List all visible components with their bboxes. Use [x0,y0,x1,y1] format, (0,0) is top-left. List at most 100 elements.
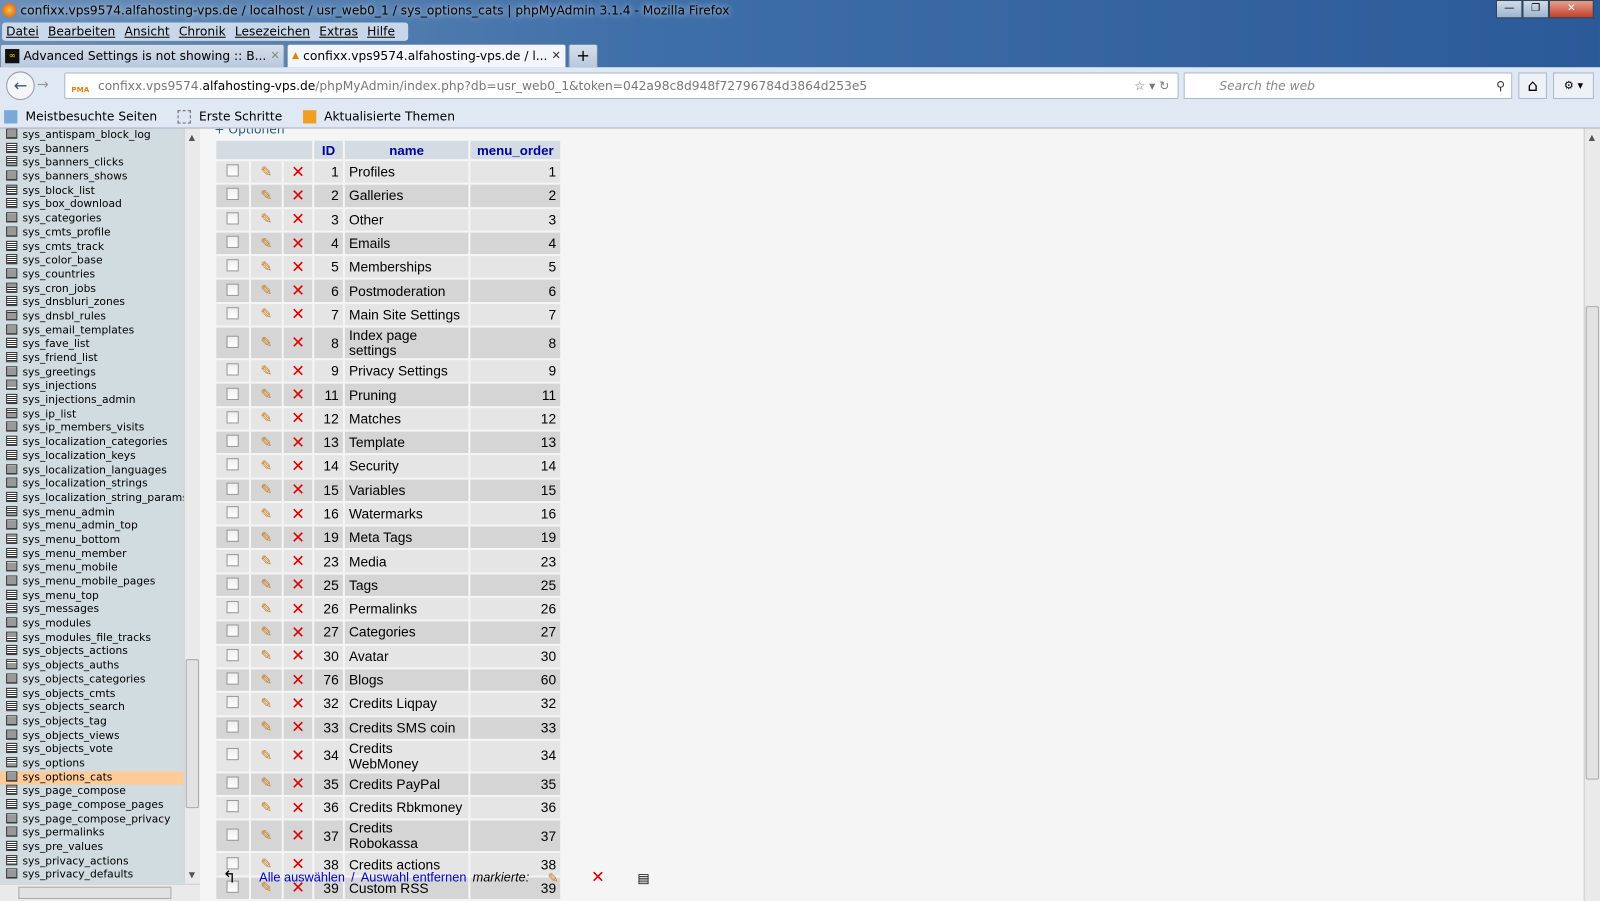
delete-icon[interactable]: ✕ [283,716,313,739]
search-icon[interactable]: ⚲ [1496,73,1505,97]
sidebar-table-item[interactable]: sys_menu_bottom [0,534,184,548]
row-checkbox[interactable] [216,184,249,207]
sidebar-table-item[interactable]: sys_localization_strings [0,478,184,492]
edit-icon[interactable]: ✎ [251,645,282,668]
row-checkbox[interactable] [216,431,249,454]
sidebar-table-item[interactable]: sys_privacy_defaults [0,869,184,883]
delete-icon[interactable]: ✕ [283,431,313,454]
sidebar-table-item[interactable]: sys_cron_jobs [0,282,184,296]
sidebar-table-item[interactable]: sys_page_compose [0,785,184,799]
sidebar-table-item[interactable]: sys_objects_cmts [0,687,184,701]
edit-icon[interactable]: ✎ [251,327,282,359]
delete-icon[interactable]: ✕ [283,526,313,549]
sidebar-table-item[interactable]: sys_page_compose_privacy [0,813,184,827]
row-checkbox[interactable] [216,208,249,231]
sidebar-table-item[interactable]: sys_cmts_profile [0,226,184,240]
delete-icon[interactable]: ✕ [283,598,313,620]
row-checkbox[interactable] [216,526,249,549]
sidebar-table-item[interactable]: sys_dnsbl_rules [0,310,184,324]
main-scroll-thumb[interactable] [1585,306,1599,780]
maximize-button[interactable]: ❐ [1522,0,1549,19]
row-checkbox[interactable] [216,303,249,326]
edit-icon[interactable]: ✎ [251,455,282,478]
delete-icon[interactable]: ✕ [283,669,313,692]
edit-icon[interactable]: ✎ [251,598,282,620]
bookmark-most-visited[interactable]: Meistbesuchte Seiten [4,109,165,123]
sidebar-table-item[interactable]: sys_fave_list [0,338,184,352]
bookmark-latest-headlines[interactable]: Aktualisierte Themen [302,109,464,123]
row-checkbox[interactable] [216,550,249,573]
sidebar-table-item[interactable]: sys_banners [0,143,184,157]
row-checkbox[interactable] [216,598,249,620]
new-tab-button[interactable]: + [568,43,599,68]
deselect-all-link[interactable]: Auswahl entfernen [361,870,467,884]
edit-icon[interactable]: ✎ [251,208,282,231]
edit-selected-icon[interactable]: ✎ [548,870,559,885]
sidebar-table-item[interactable]: sys_box_download [0,198,184,212]
delete-icon[interactable]: ✕ [283,327,313,359]
forward-button[interactable]: → [37,77,49,93]
sidebar-table-item[interactable]: sys_objects_vote [0,743,184,757]
sidebar-hscrollbar[interactable] [0,883,200,901]
delete-icon[interactable]: ✕ [283,797,313,819]
row-checkbox[interactable] [216,479,249,501]
sidebar-table-item[interactable]: sys_categories [0,212,184,226]
delete-icon[interactable]: ✕ [283,455,313,478]
sidebar-table-item[interactable]: sys_menu_top [0,589,184,603]
sidebar-table-item[interactable]: sys_pre_values [0,841,184,855]
delete-icon[interactable]: ✕ [283,773,313,796]
sidebar-table-item[interactable]: sys_objects_tag [0,715,184,729]
delete-icon[interactable]: ✕ [283,479,313,501]
row-checkbox[interactable] [216,621,249,644]
sidebar-table-item[interactable]: sys_localization_languages [0,464,184,478]
edit-icon[interactable]: ✎ [251,384,282,406]
bookmark-star-icon[interactable]: ☆ ▾ ↻ [1134,73,1169,97]
sidebar-table-item[interactable]: sys_objects_auths [0,659,184,673]
sidebar-table-item[interactable]: sys_modules_file_tracks [0,631,184,645]
sidebar-table-item[interactable]: sys_messages [0,603,184,617]
home-button[interactable]: ⌂ [1518,72,1547,99]
row-checkbox[interactable] [216,574,249,596]
select-all-link[interactable]: Alle auswählen [259,870,345,884]
sidebar-scroll-thumb[interactable] [185,659,199,809]
delete-icon[interactable]: ✕ [283,740,313,772]
delete-icon[interactable]: ✕ [283,303,313,326]
sidebar-table-item[interactable]: sys_modules [0,617,184,631]
column-header-name[interactable]: name [344,140,469,160]
sidebar-table-item[interactable]: sys_color_base [0,254,184,268]
menu-chronik[interactable]: Chronik [179,22,226,40]
edit-icon[interactable]: ✎ [251,526,282,549]
sidebar-table-item[interactable]: sys_objects_categories [0,673,184,687]
sidebar-table-item[interactable]: sys_friend_list [0,352,184,366]
sidebar-table-item[interactable]: sys_ip_members_visits [0,422,184,436]
row-checkbox[interactable] [216,716,249,739]
sidebar-table-item[interactable]: sys_menu_mobile [0,562,184,576]
row-checkbox[interactable] [216,407,249,430]
search-input[interactable]: Search the web ⚲ [1183,72,1513,99]
sidebar-table-item[interactable]: sys_injections [0,380,184,394]
row-checkbox[interactable] [216,502,249,525]
sidebar-table-item[interactable]: sys_banners_clicks [0,157,184,171]
delete-icon[interactable]: ✕ [283,161,313,183]
sidebar-table-item[interactable]: sys_dnsbluri_zones [0,296,184,310]
edit-icon[interactable]: ✎ [251,502,282,525]
edit-icon[interactable]: ✎ [251,161,282,183]
row-checkbox[interactable] [216,327,249,359]
sidebar-table-item[interactable]: sys_ip_list [0,408,184,422]
delete-icon[interactable]: ✕ [283,820,313,852]
row-checkbox[interactable] [216,161,249,183]
sidebar-table-item[interactable]: sys_privacy_actions [0,855,184,869]
menu-hilfe[interactable]: Hilfe [367,22,395,40]
edit-icon[interactable]: ✎ [251,184,282,207]
sidebar-table-item[interactable]: sys_injections_admin [0,394,184,408]
delete-icon[interactable]: ✕ [283,574,313,596]
sidebar-table-item[interactable]: sys_greetings [0,366,184,380]
delete-icon[interactable]: ✕ [283,384,313,406]
main-scrollbar[interactable]: ▲ [1583,128,1600,901]
delete-icon[interactable]: ✕ [283,208,313,231]
row-checkbox[interactable] [216,280,249,302]
tab-close-icon[interactable]: ✕ [270,45,279,67]
delete-icon[interactable]: ✕ [283,550,313,573]
url-bar[interactable]: PMA confixx.vps9574.alfahosting-vps.de/ph… [64,72,1179,99]
sidebar-table-item[interactable]: sys_objects_views [0,729,184,743]
